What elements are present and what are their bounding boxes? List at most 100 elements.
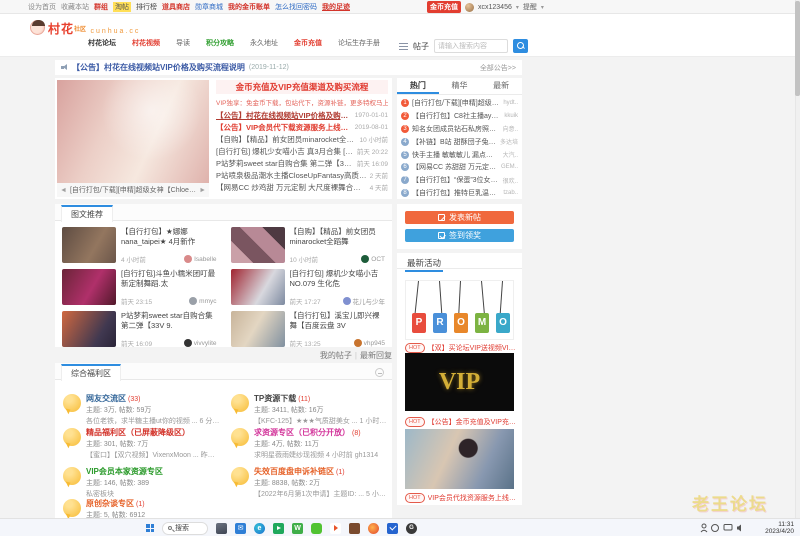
search-input[interactable] [434, 39, 508, 53]
announcement-link[interactable]: 【公告】村花在线视频站VIP价格及购买流程说明 [72, 62, 245, 73]
tab-newest[interactable]: 最新 [480, 78, 522, 94]
promo-banner[interactable]: P R O M O [405, 280, 514, 340]
nav-video[interactable]: 村花视频 [132, 38, 160, 48]
todo-icon[interactable] [387, 523, 398, 534]
thread-link[interactable]: 【自行打包】C8社主播aya_htaka.. [412, 111, 501, 121]
author-name[interactable]: mmyc [199, 298, 216, 305]
topbar-link-medals[interactable]: 勋章商城 [195, 2, 223, 12]
notice-menu[interactable]: 提醒 [523, 2, 537, 12]
latest-reply-link[interactable]: 最新回复 [360, 351, 392, 360]
avatar[interactable] [361, 255, 369, 263]
topbar-link-favorite[interactable]: 收藏本站 [61, 2, 89, 12]
nav-points[interactable]: 积分攻略 [206, 38, 234, 48]
tab-recommend[interactable]: 图文推荐 [61, 205, 113, 222]
file-explorer-icon[interactable] [216, 523, 227, 534]
thread-link[interactable]: 快手主播 敏敏敏儿 漏点摄影无上定.. [412, 150, 500, 160]
store-icon[interactable] [349, 523, 360, 534]
thread-link[interactable]: [自行打包] 爆机少女喵小吉 NO.079 生化危 [290, 269, 386, 288]
thread-link[interactable]: 【网易CC 炒鸡甜 万元定制 大尺度裸舞合集+村.. [216, 182, 367, 193]
service-banner[interactable] [405, 429, 514, 489]
thread-link[interactable]: 【公告】村花在线视频站VIP价格及购买流程说明 [216, 110, 352, 121]
carousel-image[interactable] [57, 80, 209, 183]
taskbar-search[interactable]: 搜索 [162, 522, 208, 535]
thread-link[interactable]: 【自购】【精品】前女团员minarocket全蹈舞 [290, 227, 386, 246]
forum-link[interactable]: VIP会员本家资源专区 [86, 467, 163, 476]
system-tray[interactable] [700, 523, 744, 533]
forum-link[interactable]: TP资源下载 [254, 394, 296, 403]
author-name[interactable]: vivvylite [194, 340, 217, 347]
wechat-icon[interactable] [311, 523, 322, 534]
thread-link[interactable]: 【网易CC 苏甜甜 万元定制 大尺度.. [412, 162, 498, 172]
thumbnail[interactable] [62, 227, 116, 263]
thread-link[interactable]: 【补链】B站 甜酥団子兔/兔叽烧.. [412, 137, 497, 147]
mail-icon[interactable]: ✉ [235, 523, 246, 534]
thread-link[interactable]: 【自行打包】推特巨乳温柔妹妹【.. [412, 188, 500, 198]
thumbnail[interactable] [231, 227, 285, 263]
user-avatar[interactable] [465, 3, 474, 12]
author-name[interactable]: 花儿与少年 [353, 296, 386, 306]
author-name[interactable]: Isabelle [194, 256, 216, 263]
thread-link[interactable]: [自行打包] 爆机少女喵小吉 真3月合集 [6套多p.. [216, 146, 354, 157]
recharge-title[interactable]: 金币充值及VIP充值渠道及购买流程 [216, 80, 388, 94]
topbar-link-props[interactable]: 道具商店 [162, 2, 190, 12]
thread-link[interactable]: P站梦莉sweet star自购合集 第二弹【33V 9.7G .. [216, 158, 354, 169]
menu-icon[interactable] [399, 43, 408, 50]
new-post-button[interactable]: 发表新帖 [405, 211, 514, 224]
nav-address[interactable]: 永久地址 [250, 38, 278, 48]
topbar-link-ranking[interactable]: 排行榜 [136, 2, 157, 12]
avatar[interactable] [184, 255, 192, 263]
edge-browser-icon[interactable]: e [254, 523, 265, 534]
thread-link[interactable]: [自行打包]斗鱼小糯米团叮最新定制舞蹈.太 [121, 269, 217, 288]
forum-link[interactable]: 失效百度盘申诉补链区 [254, 467, 334, 476]
recharge-badge[interactable]: 金币充值 [427, 1, 461, 13]
avatar[interactable] [343, 297, 351, 305]
vip-banner[interactable]: VIP [405, 353, 514, 411]
thumbnail[interactable] [62, 269, 116, 305]
thread-link[interactable]: 【公告】VIP会员代下载资源服务上线！专人服.. [216, 122, 352, 133]
search-button[interactable] [513, 39, 528, 53]
nav-guide[interactable]: 导读 [176, 38, 190, 48]
thread-link[interactable]: 知名女团成员钻石私房照一小溪四.. [412, 124, 500, 134]
last-post-link[interactable]: 【2022年6月第1次申请】主题ID: ... 5 小时前 楼华 [254, 489, 389, 499]
topbar-link-taotie[interactable]: 淘帖 [113, 2, 131, 12]
gog-icon[interactable]: G [406, 523, 417, 534]
wps-icon[interactable]: W [292, 523, 303, 534]
carousel-prev-icon[interactable]: ◄ [60, 187, 67, 194]
thread-link[interactable]: 【自行打包】★娜娜nana_taipei★ 4月新作 [121, 227, 217, 246]
last-post-link[interactable]: 【蜜口】【双穴视频】VixenxMoon ... 昨天 20:20 村头老顽 [86, 450, 221, 460]
forum-link[interactable]: 求资源专区（已积分开放） [254, 428, 350, 437]
scrollbar-thumb[interactable] [795, 1, 800, 96]
author-name[interactable]: OCT [371, 256, 385, 263]
windows-start-icon[interactable] [146, 524, 154, 532]
sign-in-button[interactable]: 签到领奖 [405, 229, 514, 242]
carousel-caption[interactable]: [自行打包/下载][申精]超级女神【ChloePuss [70, 185, 196, 195]
author-name[interactable]: vhp945 [364, 340, 385, 347]
username[interactable]: xcx123456 [478, 4, 512, 11]
thread-link[interactable]: P站喷泉极品潮水主播CloseUpFantasy高质量合集.. [216, 170, 367, 181]
topbar-link-bill[interactable]: 我的金币账单 [228, 2, 270, 12]
tab-latest-activity[interactable]: 最新活动 [405, 255, 443, 272]
thread-link[interactable]: P站梦莉sweet star自购合集 第二弹【33V 9. [121, 311, 217, 330]
activity-link[interactable]: VIP会员代找资源服务上线！专人服务 [428, 493, 517, 503]
thumbnail[interactable] [231, 311, 285, 347]
last-post-link[interactable]: 各位老铁，求半糖主播ut你的视频 ... 6 分钟前 糖.美女 [86, 416, 221, 426]
last-post-link[interactable]: 【KFC-125】★★★气质甜美女 ... 1 小时前 Bosch [254, 416, 389, 426]
firefox-icon[interactable] [368, 523, 379, 534]
nav-handbook[interactable]: 论坛生存手册 [338, 38, 380, 48]
thread-link[interactable]: [自行打包/下载][申精]超级女神【.. [412, 98, 500, 108]
my-posts-link[interactable]: 我的帖子 [320, 351, 352, 360]
thread-link[interactable]: 【自行打包】溪宝儿即兴裸舞【百度云盘 3V [290, 311, 386, 330]
search-category[interactable]: 帖子 [413, 41, 429, 52]
thread-link[interactable]: 【自行打包】“保蛋”3位女神无.. [412, 175, 500, 185]
thumbnail[interactable] [62, 311, 116, 347]
nav-recharge[interactable]: 金币充值 [294, 38, 322, 48]
last-post-link[interactable]: 求明星薇雨婕纱现视频 4 小时前 gh1314 [254, 450, 389, 460]
collapse-icon[interactable] [375, 368, 384, 377]
thread-link[interactable]: 【自购】【精品】前女团员minarocket全视频舞.. [216, 134, 356, 145]
all-announcements-link[interactable]: 全部公告>> [480, 63, 516, 73]
carousel-next-icon[interactable]: ► [199, 187, 206, 194]
activity-link[interactable]: 【双】买论坛VIP送视频VIP！限时优惠 [428, 343, 517, 353]
tab-forum-category[interactable]: 综合福利区 [61, 364, 121, 381]
media-player-icon[interactable] [273, 523, 284, 534]
activity-link[interactable]: 【公告】金币充值及VIP充值渠道及购.. [428, 417, 517, 427]
